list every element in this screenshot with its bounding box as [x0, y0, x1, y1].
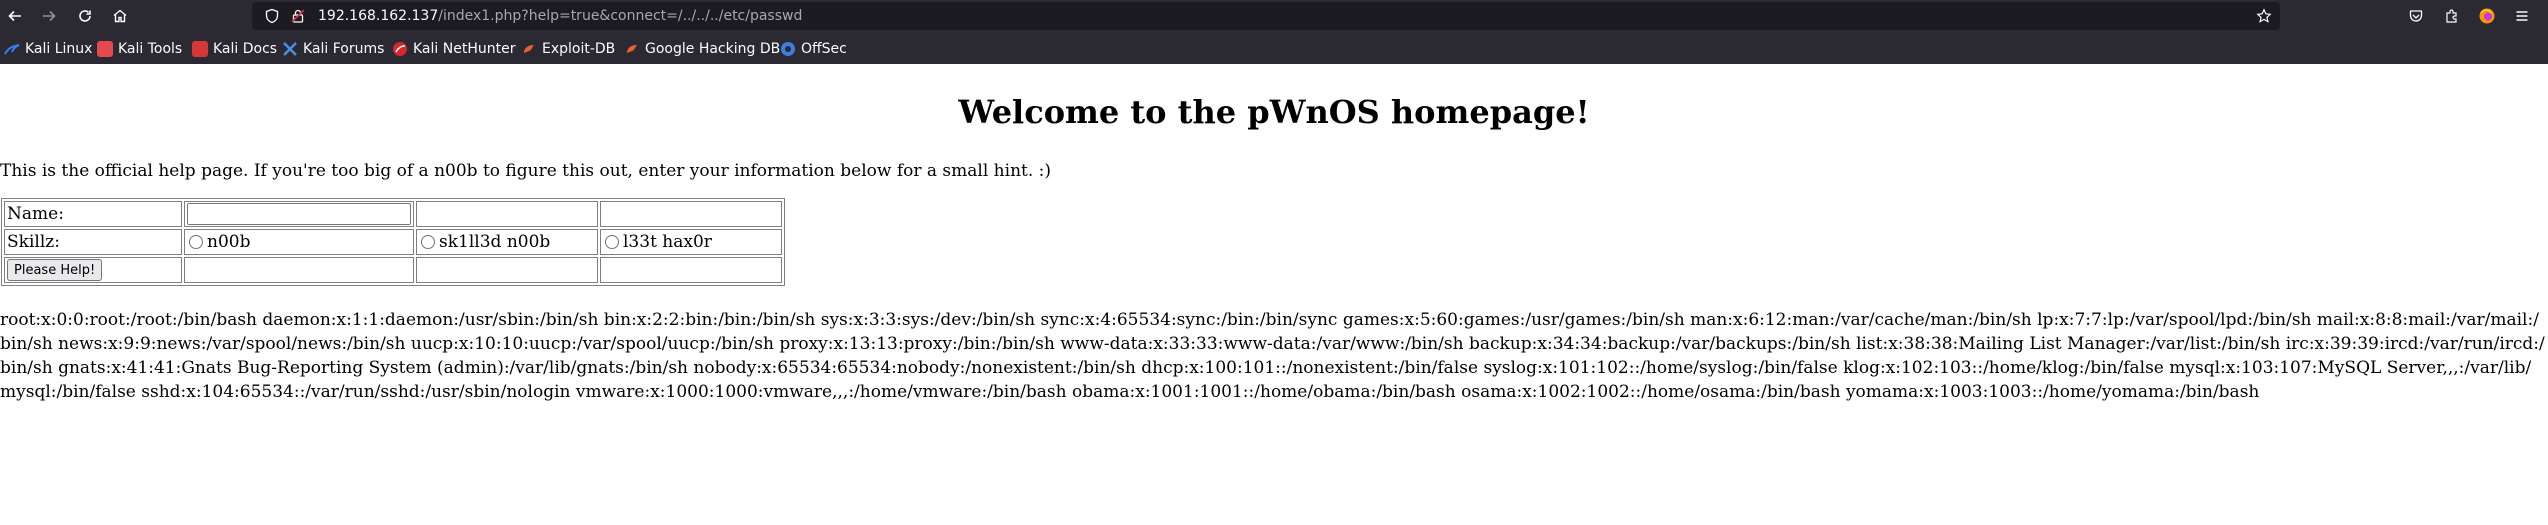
radio-n00b[interactable]: [189, 234, 203, 249]
url-host: 192.168.162.137: [318, 8, 439, 24]
skillz-row: Skillz: n00b sk1ll3d n00b l33t hax0r: [4, 229, 782, 255]
back-button[interactable]: [3, 4, 27, 28]
browser-toolbar: 192.168.162.137/index1.php?help=true&con…: [0, 0, 2548, 32]
name-row: Name:: [4, 201, 782, 227]
intro-text: This is the official help page. If you'r…: [0, 161, 1052, 181]
empty-cell: [600, 201, 782, 227]
firefox-icon: [2479, 8, 2495, 24]
name-input[interactable]: [187, 203, 411, 225]
submit-cell: Please Help!: [4, 257, 182, 283]
bookmark-star-icon: [2256, 8, 2272, 23]
pocket-button[interactable]: [2406, 6, 2426, 26]
bookmark-label: Kali Tools: [118, 41, 183, 57]
kali-tools-icon: [97, 41, 113, 57]
radio-l33t-hax0r[interactable]: [605, 234, 619, 249]
bookmark-label: OffSec: [801, 41, 847, 57]
bookmark-offsec[interactable]: OffSec: [780, 39, 847, 59]
please-help-button[interactable]: Please Help!: [7, 259, 103, 282]
url-text[interactable]: 192.168.162.137/index1.php?help=true&con…: [318, 7, 802, 25]
bookmark-kali-linux[interactable]: Kali Linux: [4, 39, 92, 59]
page-title: Welcome to the pWnOS homepage!: [958, 93, 1590, 131]
browser-chrome: 192.168.162.137/index1.php?help=true&con…: [0, 0, 2548, 64]
insecure-lock-icon: [291, 9, 305, 23]
bookmark-kali-docs[interactable]: Kali Docs: [192, 39, 277, 59]
puzzle-icon: [2446, 9, 2457, 23]
shield-icon: [265, 8, 279, 24]
empty-cell: [416, 201, 598, 227]
option-label: n00b: [207, 232, 251, 252]
kali-forums-icon: [282, 41, 298, 57]
option-sk1ll3d-n00b[interactable]: sk1ll3d n00b: [416, 229, 598, 255]
bookmark-kali-tools[interactable]: Kali Tools: [97, 39, 182, 59]
reload-icon: [79, 10, 91, 22]
option-label: sk1ll3d n00b: [439, 232, 551, 252]
bookmark-kali-forums[interactable]: Kali Forums: [282, 39, 384, 59]
bookmark-label: Kali Docs: [213, 41, 278, 57]
kali-dragon-icon: [4, 41, 20, 57]
bookmark-label: Kali Forums: [303, 41, 385, 57]
name-label: Name:: [4, 201, 182, 227]
empty-cell: [600, 257, 782, 283]
help-form-table: Name: Skillz: n00b sk1ll3d n00b l33t hax…: [1, 198, 785, 286]
option-n00b[interactable]: n00b: [184, 229, 414, 255]
home-icon: [113, 9, 127, 23]
empty-cell: [416, 257, 598, 283]
extensions-button[interactable]: [2442, 6, 2462, 26]
bookmarks-toolbar: Kali Linux Kali Tools Kali Docs Kali For…: [0, 33, 2548, 64]
back-arrow-icon: [8, 10, 21, 22]
url-path: /index1.php?help=true&connect=/../../../…: [438, 8, 803, 24]
hamburger-menu-icon: [2516, 11, 2528, 21]
radio-sk1ll3d-n00b[interactable]: [421, 234, 435, 249]
address-bar[interactable]: 192.168.162.137/index1.php?help=true&con…: [252, 2, 2280, 30]
name-cell: [184, 201, 414, 227]
option-label: l33t hax0r: [623, 232, 712, 252]
empty-cell: [184, 257, 414, 283]
firefox-account-button[interactable]: [2477, 6, 2497, 26]
offsec-icon: [780, 41, 796, 57]
forward-button[interactable]: [37, 4, 61, 28]
bookmark-label: Kali Linux: [25, 41, 93, 57]
forward-arrow-icon: [43, 10, 56, 22]
option-l33t-hax0r[interactable]: l33t hax0r: [600, 229, 782, 255]
bookmark-exploit-db[interactable]: Exploit-DB: [521, 39, 615, 59]
submit-row: Please Help!: [4, 257, 782, 283]
page-content: Welcome to the pWnOS homepage! This is t…: [0, 64, 2548, 525]
home-button[interactable]: [108, 4, 132, 28]
exploit-db-icon: [521, 41, 537, 57]
bookmark-label: Exploit-DB: [542, 41, 616, 57]
pocket-icon: [2409, 10, 2423, 22]
kali-docs-icon: [192, 41, 208, 57]
reload-button[interactable]: [73, 4, 97, 28]
skillz-label: Skillz:: [4, 229, 182, 255]
bookmark-google-hacking-db[interactable]: Google Hacking DB: [624, 39, 780, 59]
nethunter-icon: [392, 41, 408, 57]
bookmark-kali-nethunter[interactable]: Kali NetHunter: [392, 39, 515, 59]
menu-button[interactable]: [2512, 6, 2532, 26]
ghdb-icon: [624, 41, 640, 57]
passwd-output: root:x:0:0:root:/root:/bin/bash daemon:x…: [0, 310, 2545, 402]
bookmark-label: Kali NetHunter: [413, 41, 516, 57]
bookmark-label: Google Hacking DB: [645, 41, 781, 57]
